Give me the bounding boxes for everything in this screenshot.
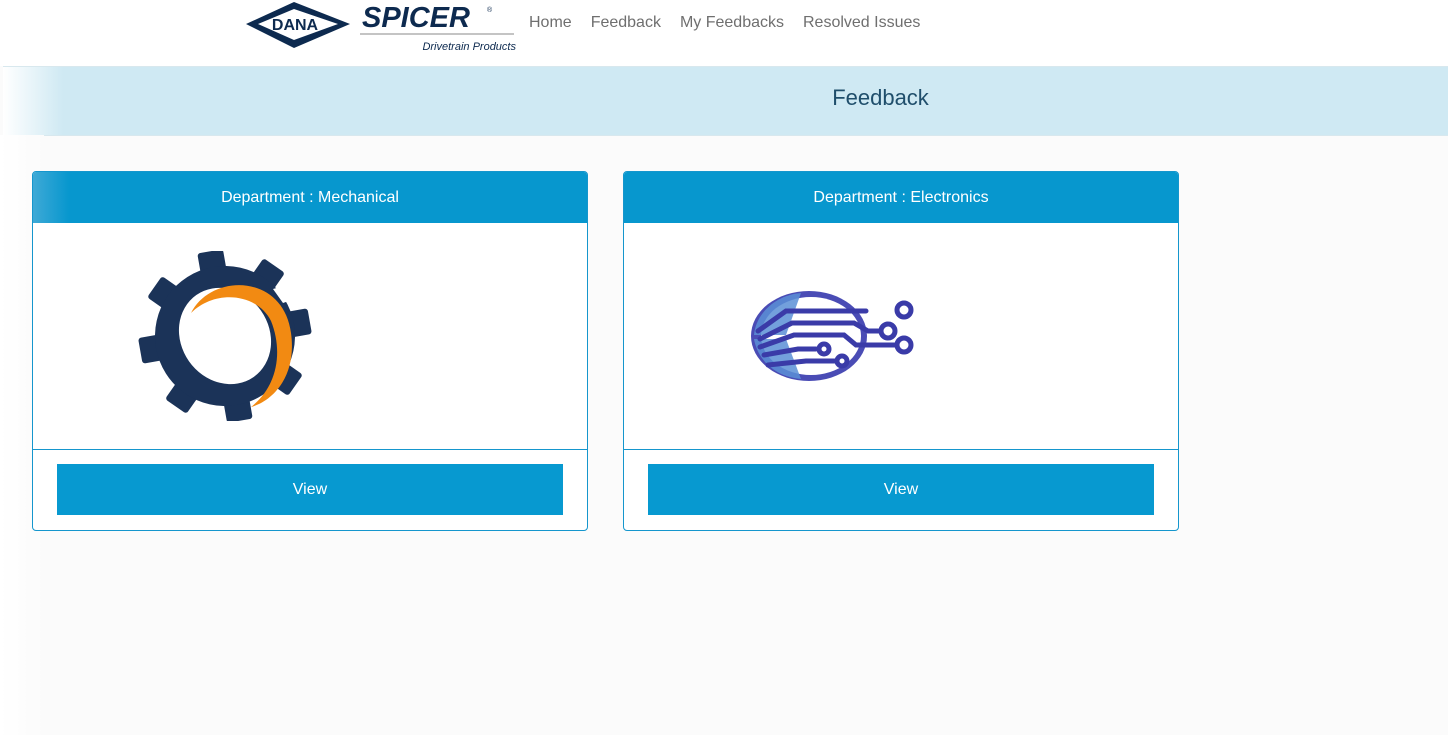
- card-footer: View: [33, 450, 587, 530]
- svg-text:Drivetrain Products: Drivetrain Products: [422, 41, 516, 53]
- view-button[interactable]: View: [57, 464, 563, 515]
- nav-resolved-issues[interactable]: Resolved Issues: [803, 13, 920, 33]
- svg-text:DANA: DANA: [272, 17, 319, 34]
- card-footer: View: [624, 450, 1178, 530]
- gear-icon: [138, 251, 312, 421]
- nav-my-feedbacks[interactable]: My Feedbacks: [680, 13, 784, 33]
- page-banner: Feedback: [3, 66, 1448, 136]
- circuit-icon: [751, 291, 914, 381]
- svg-text:®: ®: [487, 6, 493, 14]
- svg-text:SPICER: SPICER: [362, 2, 470, 34]
- card-header: Department : Electronics: [624, 172, 1178, 223]
- view-button[interactable]: View: [648, 464, 1154, 515]
- department-card-mechanical: Department : Mechanical View: [32, 171, 588, 531]
- department-card-electronics: Department : Electronics View: [623, 171, 1179, 531]
- card-body: [33, 223, 587, 450]
- card-body: [624, 223, 1178, 450]
- nav-feedback[interactable]: Feedback: [591, 13, 661, 33]
- nav-home[interactable]: Home: [529, 13, 572, 33]
- card-header: Department : Mechanical: [33, 172, 587, 223]
- page-title: Feedback: [832, 85, 929, 110]
- top-navbar: DANA SPICER ® Drivetrain Products Home F…: [0, 0, 1448, 66]
- dana-spicer-logo[interactable]: DANA SPICER ® Drivetrain Products: [244, 0, 520, 56]
- main-nav: Home Feedback My Feedbacks Resolved Issu…: [529, 13, 939, 33]
